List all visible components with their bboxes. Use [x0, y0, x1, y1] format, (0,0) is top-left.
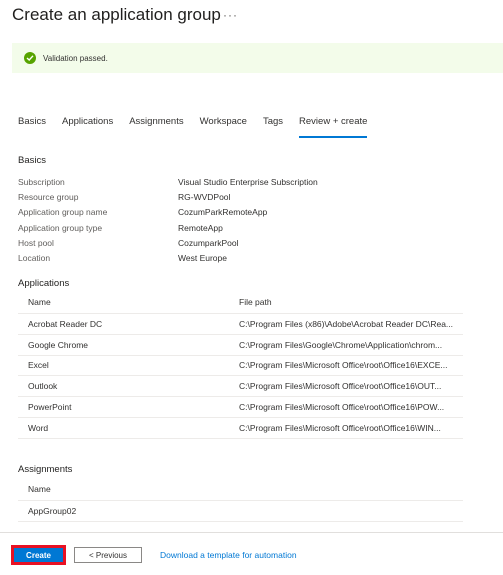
column-header-name: Name — [28, 483, 51, 494]
tab-workspace[interactable]: Workspace — [200, 116, 247, 138]
summary-value: Visual Studio Enterprise Subscription — [178, 176, 318, 187]
summary-label: Location — [18, 253, 51, 264]
table-row: AppGroup02 — [18, 501, 463, 522]
validation-banner: Validation passed. — [12, 43, 503, 73]
summary-row: Resource group RG-WVDPool — [18, 189, 318, 204]
table-row: Google Chrome C:\Program Files\Google\Ch… — [18, 335, 463, 356]
column-header-name: Name — [28, 296, 51, 307]
app-name: Word — [28, 422, 49, 433]
basics-summary: Subscription Visual Studio Enterprise Su… — [18, 174, 318, 266]
table-row: Acrobat Reader DC C:\Program Files (x86)… — [18, 314, 463, 335]
table-row: Outlook C:\Program Files\Microsoft Offic… — [18, 376, 463, 398]
table-row: Excel C:\Program Files\Microsoft Office\… — [18, 356, 463, 377]
table-row: Word C:\Program Files\Microsoft Office\r… — [18, 418, 463, 439]
summary-label: Subscription — [18, 176, 65, 187]
basics-section-title: Basics — [18, 155, 46, 166]
table-header: Name File path — [18, 290, 463, 314]
summary-value: West Europe — [178, 253, 227, 264]
summary-label: Resource group — [18, 191, 79, 202]
validation-message: Validation passed. — [43, 53, 108, 63]
summary-row: Application group name CozumParkRemoteAp… — [18, 205, 318, 220]
app-name: Google Chrome — [28, 339, 89, 350]
summary-value: CozumparkPool — [178, 237, 239, 248]
app-path: C:\Program Files\Google\Chrome\Applicati… — [239, 339, 443, 350]
column-header-file-path: File path — [239, 296, 272, 307]
page-title: Create an application group — [12, 5, 221, 24]
app-name: Excel — [28, 360, 49, 371]
assignments-table: Name AppGroup02 — [18, 477, 463, 522]
app-path: C:\Program Files\Microsoft Office\root\O… — [239, 360, 448, 371]
summary-label: Host pool — [18, 237, 54, 248]
more-options-icon[interactable]: ··· — [223, 8, 238, 22]
applications-table: Name File path Acrobat Reader DC C:\Prog… — [18, 290, 463, 439]
applications-section-title: Applications — [18, 278, 70, 289]
check-circle-icon — [24, 52, 36, 64]
tab-tags[interactable]: Tags — [263, 116, 283, 138]
summary-label: Application group type — [18, 222, 103, 233]
table-header: Name — [18, 477, 463, 501]
previous-button[interactable]: < Previous — [74, 547, 142, 563]
tab-applications[interactable]: Applications — [62, 116, 113, 138]
summary-value: CozumParkRemoteApp — [178, 207, 268, 218]
tab-review-create[interactable]: Review + create — [299, 116, 368, 138]
create-app-group-page: Create an application group ··· Validati… — [0, 0, 503, 575]
summary-label: Application group name — [18, 207, 108, 218]
app-path: C:\Program Files (x86)\Adobe\Acrobat Rea… — [239, 318, 454, 329]
app-name: PowerPoint — [28, 402, 72, 413]
app-name: Acrobat Reader DC — [28, 318, 103, 329]
assignment-name: AppGroup02 — [28, 505, 77, 516]
summary-value: RemoteApp — [178, 222, 223, 233]
assignments-section-title: Assignments — [18, 464, 73, 475]
tab-basics[interactable]: Basics — [18, 116, 46, 138]
table-row: PowerPoint C:\Program Files\Microsoft Of… — [18, 397, 463, 418]
download-template-link[interactable]: Download a template for automation — [160, 550, 297, 560]
summary-row: Application group type RemoteApp — [18, 220, 318, 235]
app-name: Outlook — [28, 381, 58, 392]
app-path: C:\Program Files\Microsoft Office\root\O… — [239, 422, 441, 433]
app-path: C:\Program Files\Microsoft Office\root\O… — [239, 381, 442, 392]
app-path: C:\Program Files\Microsoft Office\root\O… — [239, 402, 445, 413]
create-button[interactable]: Create — [12, 546, 65, 564]
tab-assignments[interactable]: Assignments — [129, 116, 183, 138]
summary-value: RG-WVDPool — [178, 191, 231, 202]
tab-bar: Basics Applications Assignments Workspac… — [18, 116, 383, 138]
summary-row: Location West Europe — [18, 250, 318, 265]
footer-divider — [0, 532, 503, 533]
summary-row: Subscription Visual Studio Enterprise Su… — [18, 174, 318, 189]
summary-row: Host pool CozumparkPool — [18, 235, 318, 250]
